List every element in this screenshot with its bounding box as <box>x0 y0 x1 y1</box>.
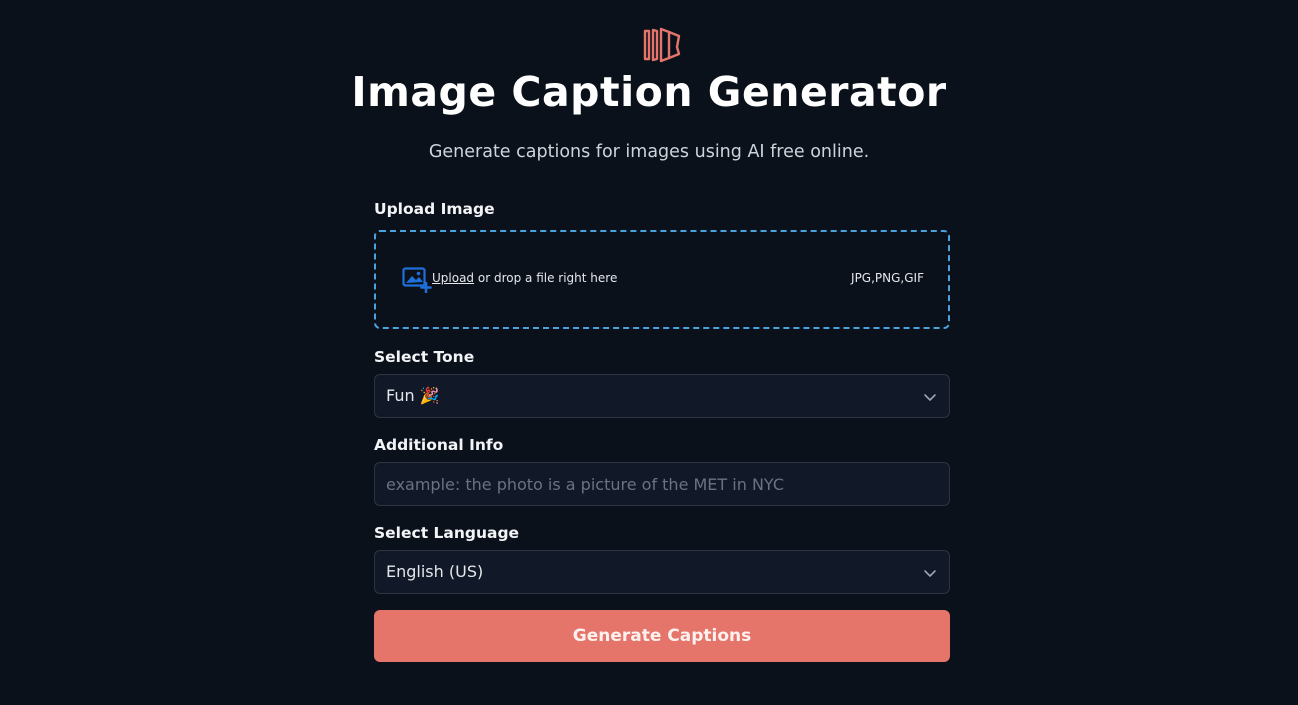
additional-info-input[interactable] <box>375 463 949 505</box>
chevron-down-icon <box>924 570 936 577</box>
book-pages-logo-icon <box>643 27 681 63</box>
page-subtitle: Generate captions for images using AI fr… <box>428 142 870 162</box>
image-dropzone[interactable]: Upload or drop a file right here JPG,PNG… <box>374 230 950 329</box>
additional-info-label: Additional Info <box>374 436 504 454</box>
select-tone-label: Select Tone <box>374 348 475 366</box>
select-language-label: Select Language <box>374 524 520 542</box>
language-selected-value: English (US) <box>386 562 484 581</box>
page-title: Image Caption Generator <box>351 68 947 116</box>
dropzone-hint: Upload or drop a file right here <box>432 271 617 285</box>
language-select[interactable]: English (US) <box>374 550 950 594</box>
tone-selected-value: Fun 🎉 <box>386 386 440 405</box>
dropzone-hint-text: or drop a file right here <box>477 271 618 285</box>
generate-captions-button[interactable]: Generate Captions <box>374 610 950 662</box>
upload-link[interactable]: Upload <box>432 271 474 285</box>
file-types-label: JPG,PNG,GIF <box>851 271 924 285</box>
tone-select[interactable]: Fun 🎉 <box>374 374 950 418</box>
image-upload-icon <box>402 267 432 293</box>
chevron-down-icon <box>924 394 936 401</box>
page: Image Caption Generator Generate caption… <box>0 0 1298 705</box>
additional-info-field <box>374 462 950 506</box>
upload-image-label: Upload Image <box>374 200 495 218</box>
